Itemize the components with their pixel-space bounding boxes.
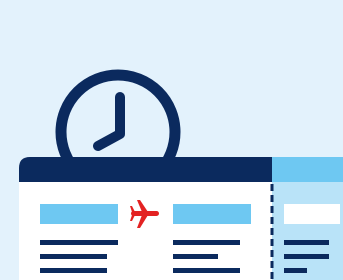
boarding-pass-icon <box>19 157 272 280</box>
destination-line-1 <box>173 240 240 245</box>
origin-field <box>40 204 118 224</box>
stub-line-3 <box>284 268 307 273</box>
stub-line-1 <box>284 240 329 245</box>
origin-line-3 <box>40 268 107 273</box>
stub-line-2 <box>284 254 329 259</box>
destination-field <box>173 204 251 224</box>
stub-white-box <box>284 204 340 224</box>
destination-line-3 <box>173 268 240 273</box>
ticket-header <box>19 157 272 182</box>
destination-line-2 <box>173 254 218 259</box>
origin-line-2 <box>40 254 107 259</box>
boarding-pass-illustration <box>0 0 343 280</box>
origin-line-1 <box>40 240 118 245</box>
ticket-stub-icon <box>272 157 343 280</box>
stub-header <box>272 157 343 182</box>
illustration-canvas <box>19 69 343 280</box>
